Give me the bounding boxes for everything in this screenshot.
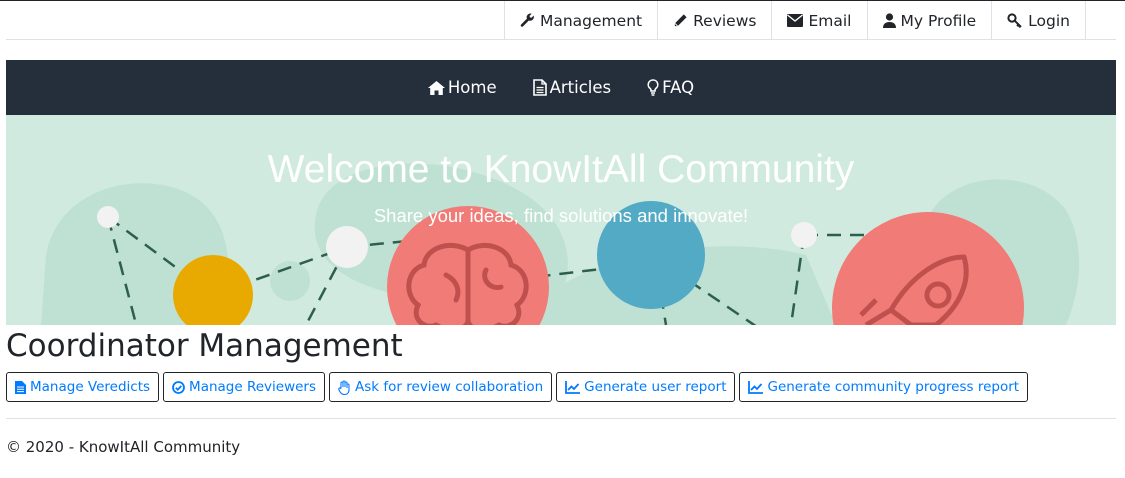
key-icon — [1007, 13, 1022, 28]
button-label: Manage Veredicts — [30, 379, 151, 395]
document-icon — [532, 79, 547, 96]
hero-title: Welcome to KnowItAll Community — [267, 148, 855, 191]
top-nav-my-profile[interactable]: My Profile — [866, 1, 993, 40]
pencil-icon — [674, 14, 687, 27]
top-nav-label: Email — [808, 11, 852, 30]
hand-icon — [338, 379, 350, 395]
top-nav-email[interactable]: Email — [771, 1, 868, 40]
button-label: Generate community progress report — [767, 379, 1020, 395]
manage-reviewers-button[interactable]: Manage Reviewers — [163, 372, 326, 402]
main-nav: Home Articles FAQ — [6, 60, 1116, 115]
action-buttons: Manage Veredicts Manage Reviewers Ask fo… — [6, 372, 1032, 402]
top-nav-label: Reviews — [693, 11, 757, 30]
footer-copyright: © 2020 - KnowItAll Community — [6, 438, 241, 456]
main-nav-label: Articles — [549, 78, 612, 97]
main-nav-faq[interactable]: FAQ — [647, 78, 694, 97]
user-icon — [882, 13, 896, 28]
top-nav-management[interactable]: Management — [503, 1, 659, 40]
page-title: Coordinator Management — [6, 328, 403, 364]
button-label: Generate user report — [584, 379, 727, 395]
lightbulb-icon — [647, 79, 659, 96]
file-icon — [15, 380, 26, 394]
main-nav-label: Home — [447, 78, 497, 97]
top-nav-login[interactable]: Login — [991, 1, 1086, 40]
generate-user-report-button[interactable]: Generate user report — [556, 372, 736, 402]
check-circle-icon — [172, 380, 185, 394]
top-nav-label: Login — [1028, 11, 1070, 30]
home-icon — [427, 80, 445, 95]
ask-review-collaboration-button[interactable]: Ask for review collaboration — [329, 372, 553, 402]
wrench-icon — [520, 13, 534, 27]
button-label: Ask for review collaboration — [355, 379, 544, 395]
generate-community-progress-report-button[interactable]: Generate community progress report — [739, 372, 1029, 402]
hero-banner: Welcome to KnowItAll Community Share you… — [6, 115, 1116, 325]
chart-line-icon — [748, 380, 764, 394]
footer: © 2020 - KnowItAll Community — [6, 438, 240, 456]
envelope-icon — [787, 14, 804, 27]
main-nav-home[interactable]: Home — [427, 78, 497, 97]
main-nav-articles[interactable]: Articles — [532, 78, 612, 97]
top-nav-label: My Profile — [900, 11, 977, 30]
footer-divider — [6, 418, 1116, 419]
manage-veredicts-button[interactable]: Manage Veredicts — [6, 372, 160, 402]
top-nav-label: Management — [539, 11, 643, 30]
top-utility-nav: Management Reviews Email My Profile Logi… — [6, 1, 1116, 40]
button-label: Manage Reviewers — [189, 379, 317, 395]
hero-subtitle: Share your ideas, find solutions and inn… — [373, 205, 749, 226]
main-nav-label: FAQ — [662, 78, 695, 97]
chart-line-icon — [565, 380, 581, 394]
top-nav-reviews[interactable]: Reviews — [657, 1, 773, 40]
